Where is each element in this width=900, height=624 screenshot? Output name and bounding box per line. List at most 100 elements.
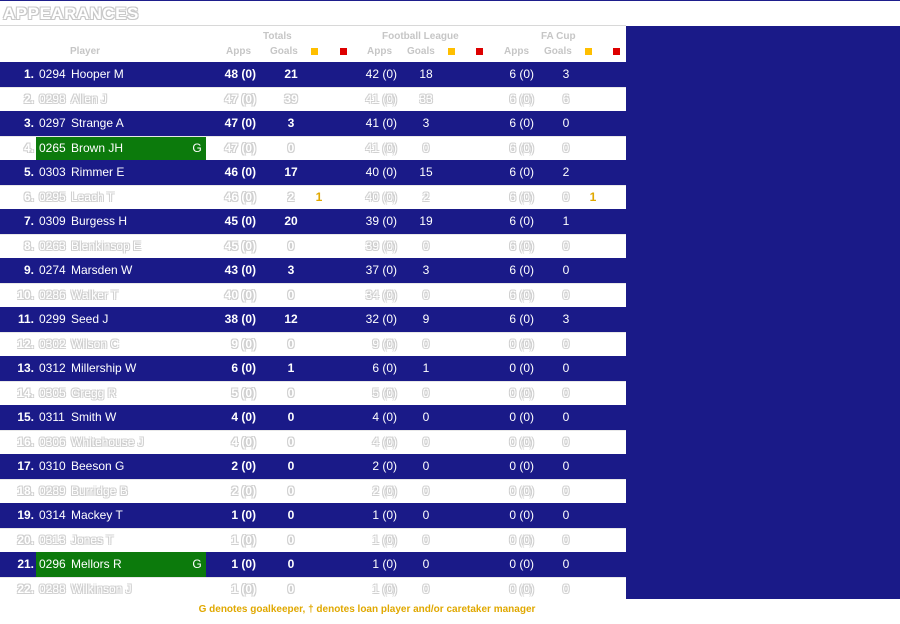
rank-cell: 16.: [17, 435, 34, 450]
totals-goals-cell: 0: [287, 288, 295, 303]
cup-apps-cell: 0 (0): [509, 582, 534, 597]
cup-apps-cell: 0 (0): [509, 484, 534, 499]
player-name-cell: Rimmer E: [71, 165, 125, 180]
totals-goals-cell: 0: [287, 557, 295, 572]
totals-yellow-cell: [310, 88, 328, 112]
rank-cell: 22.: [17, 582, 34, 597]
table-row: 17. 0310 Beeson G 2 (0) 0 2 (0) 0 0 (0) 0: [0, 454, 626, 479]
shirt-number-cell: 0296: [39, 557, 66, 572]
cup-goals-cell: 6: [562, 92, 570, 107]
cup-apps-cell: 6 (0): [509, 239, 534, 254]
totals-goals-cell: 12: [284, 312, 298, 327]
table-row: G 4. 0265 Brown JH 47 (0) 0 41 (0) 0 6 (0) 0: [0, 135, 626, 160]
league-goals-cell: 3: [422, 263, 430, 278]
shirt-number-cell: 0294: [39, 67, 66, 82]
totals-apps-cell: 46 (0): [224, 165, 256, 180]
totals-yellow-cell: [310, 356, 328, 381]
cup-apps-cell: 0 (0): [509, 459, 534, 474]
shirt-number-cell: 0295: [39, 190, 66, 205]
league-apps-cell: 41 (0): [365, 92, 397, 107]
table-row: 14. 0305 Gregg R 5 (0) 0 5 (0) 0 0 (0) 0: [0, 380, 626, 405]
totals-apps-cell: 2 (0): [231, 484, 256, 499]
league-goals-cell: 0: [422, 582, 430, 597]
cup-goals-cell: 0: [562, 116, 570, 131]
league-apps-cell: 39 (0): [365, 239, 397, 254]
league-apps-cell: 9 (0): [372, 337, 397, 352]
cup-yellow-cell: [584, 552, 602, 577]
cup-yellow-cell: [584, 578, 602, 602]
rank-cell: 10.: [17, 288, 34, 303]
cup-goals-cell: 0: [562, 582, 570, 597]
yellow-card-icon: [448, 48, 455, 55]
shirt-number-cell: 0313: [39, 533, 66, 548]
totals-yellow-cell: [310, 454, 328, 479]
league-apps-cell: 42 (0): [365, 67, 397, 82]
totals-yellow-cell: [310, 235, 328, 259]
totals-goals-cell: 0: [287, 141, 295, 156]
totals-goals-cell: 0: [287, 337, 295, 352]
cup-yellow-cell: [584, 454, 602, 479]
table-row: 2. 0298 Allen J 47 (0) 39 41 (0) 33 6 (0) 6: [0, 86, 626, 112]
table-row: 12. 0302 Wilson C 9 (0) 0 9 (0) 0 0 (0) 0: [0, 331, 626, 356]
league-goals-cell: 15: [419, 165, 433, 180]
rank-cell: 2.: [23, 92, 34, 107]
cup-yellow-cell: [584, 284, 602, 308]
cup-apps-cell: 6 (0): [509, 312, 534, 327]
totals-yellow-cell: [310, 405, 328, 430]
cup-yellow-cell: [584, 88, 602, 112]
header-divider: [0, 25, 626, 26]
cup-yellow-cell: [584, 160, 602, 185]
cup-yellow-cell: [584, 503, 602, 528]
header-cup-goals: Goals: [544, 46, 572, 57]
totals-apps-cell: 45 (0): [224, 239, 256, 254]
cup-apps-cell: 0 (0): [509, 386, 534, 401]
player-name-cell: Beeson G: [71, 459, 125, 474]
table-row: 16. 0306 Whitehouse J 4 (0) 0 4 (0) 0 0 (0) 0: [0, 429, 626, 454]
shirt-number-cell: 0314: [39, 508, 66, 523]
cup-yellow-cell: [584, 258, 602, 283]
player-name-cell: Brown JH: [71, 141, 124, 156]
league-goals-cell: 0: [422, 508, 430, 523]
league-apps-cell: 2 (0): [372, 459, 397, 474]
player-name-cell: Whitehouse J: [71, 435, 144, 450]
table-row: 19. 0314 Mackey T 1 (0) 0 1 (0) 0 0 (0) 0: [0, 503, 626, 528]
cup-apps-cell: 6 (0): [509, 263, 534, 278]
shirt-number-cell: 0306: [39, 435, 66, 450]
top-border: [0, 0, 900, 1]
shirt-number-cell: 0312: [39, 361, 66, 376]
shirt-number-cell: 0297: [39, 116, 66, 131]
league-apps-cell: 6 (0): [372, 361, 397, 376]
totals-goals-cell: 0: [287, 410, 295, 425]
header-league-goals: Goals: [407, 46, 435, 57]
totals-yellow-cell: [310, 258, 328, 283]
league-goals-cell: 9: [422, 312, 430, 327]
cup-goals-cell: 0: [562, 435, 570, 450]
league-goals-cell: 0: [422, 288, 430, 303]
rank-cell: 3.: [23, 116, 34, 131]
rank-cell: 7.: [23, 214, 34, 229]
totals-apps-cell: 1 (0): [231, 557, 256, 572]
player-name-cell: Strange A: [71, 116, 124, 131]
rank-cell: 15.: [17, 410, 34, 425]
totals-yellow-cell: [310, 284, 328, 308]
shirt-number-cell: 0265: [39, 141, 66, 156]
header-totals-apps: Apps: [226, 46, 251, 57]
header-player: Player: [70, 46, 101, 57]
league-goals-cell: 0: [422, 386, 430, 401]
rank-cell: 11.: [17, 312, 34, 327]
cup-apps-cell: 0 (0): [509, 361, 534, 376]
totals-goals-cell: 0: [287, 239, 295, 254]
league-apps-cell: 5 (0): [372, 386, 397, 401]
league-goals-cell: 0: [422, 459, 430, 474]
totals-apps-cell: 2 (0): [231, 459, 256, 474]
table-row: 15. 0311 Smith W 4 (0) 0 4 (0) 0 0 (0) 0: [0, 405, 626, 430]
cup-yellow-cell: [584, 307, 602, 332]
shirt-number-cell: 0288: [39, 582, 66, 597]
cup-goals-cell: 0: [562, 484, 570, 499]
league-goals-cell: 0: [422, 141, 430, 156]
player-name-cell: Burridge B: [71, 484, 128, 499]
league-goals-cell: 0: [422, 410, 430, 425]
totals-goals-cell: 17: [284, 165, 298, 180]
header-group-totals: Totals: [263, 31, 292, 42]
table-row: 5. 0303 Rimmer E 46 (0) 17 40 (0) 15 6 (0) 2: [0, 160, 626, 185]
